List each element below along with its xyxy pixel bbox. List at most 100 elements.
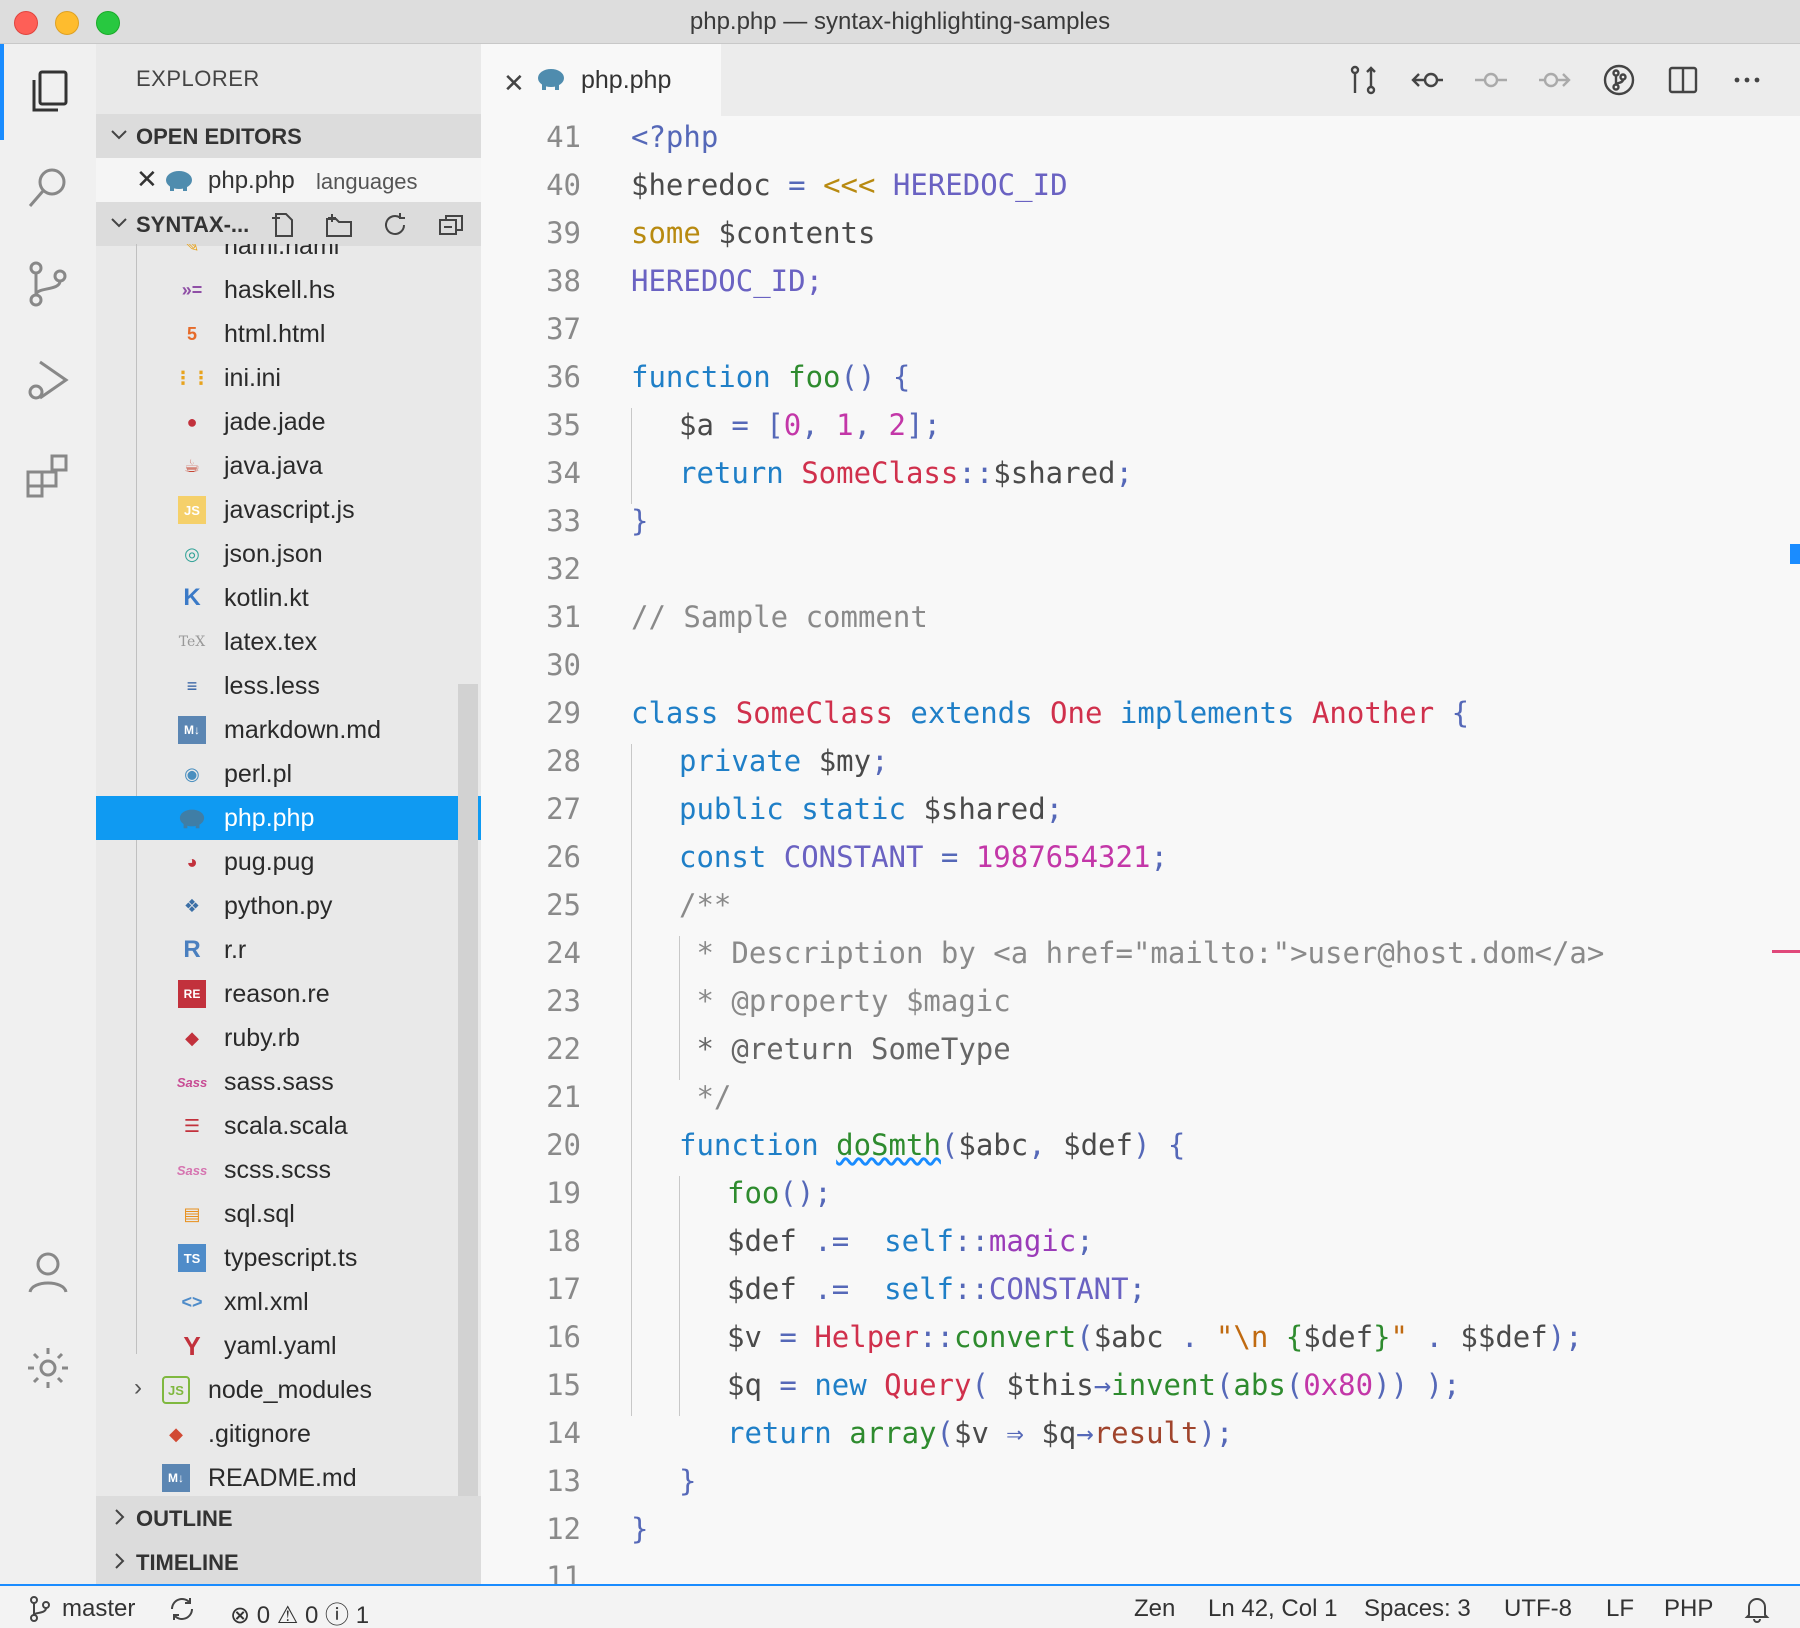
error-icon: ⊗: [230, 1602, 251, 1628]
code-line: // Sample comment: [631, 600, 928, 634]
previous-change-icon[interactable]: [1409, 62, 1445, 98]
refresh-icon[interactable]: [380, 210, 410, 240]
code-editor[interactable]: 41 40 39 38 37 36 35 34 33 32 31 30 29 2…: [481, 116, 1800, 1584]
file-javascript[interactable]: JS javascript.js: [96, 488, 481, 532]
file-r[interactable]: R r.r: [96, 928, 481, 972]
source-control-icon[interactable]: [0, 236, 96, 332]
git-file-icon: ◆: [169, 1423, 183, 1444]
file-xml[interactable]: <> xml.xml: [96, 1280, 481, 1324]
file-markdown[interactable]: M↓ markdown.md: [96, 708, 481, 752]
code-line: }: [679, 1464, 697, 1498]
indentation[interactable]: Spaces: 3: [1364, 1595, 1471, 1623]
notifications-bell-icon[interactable]: [1744, 1595, 1770, 1623]
file-sql[interactable]: ▤ sql.sql: [96, 1192, 481, 1236]
code-line: foo();: [727, 1176, 832, 1210]
explorer-icon[interactable]: [0, 44, 96, 140]
file-jade[interactable]: ● jade.jade: [96, 400, 481, 444]
search-icon[interactable]: [0, 140, 96, 236]
sidebar-scrollbar[interactable]: [458, 684, 478, 1514]
line-number: 32: [546, 552, 581, 586]
node-js-folder-icon: JS: [162, 1376, 190, 1404]
file-python[interactable]: ❖ python.py: [96, 884, 481, 928]
file-haml[interactable]: ✎ haml.haml: [96, 244, 481, 268]
file-kotlin[interactable]: K kotlin.kt: [96, 576, 481, 620]
close-tab-icon[interactable]: ✕: [503, 68, 525, 99]
perl-file-icon: ◉: [184, 763, 200, 784]
file-reason[interactable]: RE reason.re: [96, 972, 481, 1016]
new-folder-icon[interactable]: [324, 210, 354, 240]
open-editor-item[interactable]: ✕ php.php languages: [96, 158, 481, 202]
tab-php[interactable]: ✕ php.php: [481, 44, 721, 116]
indent-guide: [679, 1176, 680, 1416]
editor-scrollbar-thumb[interactable]: [1790, 544, 1800, 564]
run-debug-icon[interactable]: [0, 332, 96, 428]
file-typescript[interactable]: TS typescript.ts: [96, 1236, 481, 1280]
file-yaml[interactable]: Y yaml.yaml: [96, 1324, 481, 1368]
account-icon[interactable]: [0, 1224, 96, 1320]
new-file-icon[interactable]: [268, 210, 298, 240]
file-perl[interactable]: ◉ perl.pl: [96, 752, 481, 796]
end-of-line[interactable]: LF: [1606, 1595, 1634, 1623]
more-actions-icon[interactable]: [1729, 62, 1765, 98]
file-haskell[interactable]: »= haskell.hs: [96, 268, 481, 312]
extensions-icon[interactable]: [0, 428, 96, 524]
compare-changes-icon[interactable]: [1345, 62, 1381, 98]
split-editor-icon[interactable]: [1665, 62, 1701, 98]
file-gitignore[interactable]: ◆ .gitignore: [96, 1412, 481, 1456]
open-editors-section[interactable]: OPEN EDITORS: [96, 114, 481, 158]
file-readme[interactable]: M↓ README.md: [96, 1456, 481, 1494]
file-sass[interactable]: Sass sass.sass: [96, 1060, 481, 1104]
file-php-selected[interactable]: php.php: [96, 796, 481, 840]
next-change-icon[interactable]: [1537, 62, 1573, 98]
php-file-icon: [166, 171, 192, 191]
yaml-file-icon: Y: [183, 1330, 201, 1361]
errors-indicator[interactable]: ⊗ 0 ⚠ 0 ⓘ 1: [230, 1595, 369, 1628]
file-pug[interactable]: ◕ pug.pug: [96, 840, 481, 884]
cursor-position[interactable]: Ln 42, Col 1: [1208, 1595, 1337, 1623]
line-number: 24: [546, 936, 581, 970]
workspace-section[interactable]: SYNTAX-...: [96, 202, 481, 246]
activity-bar: [0, 44, 96, 1584]
folder-node-modules[interactable]: › JS node_modules: [96, 1368, 481, 1412]
commit-icon[interactable]: [1473, 62, 1509, 98]
file-latex[interactable]: TeX latex.tex: [96, 620, 481, 664]
info-count: 1: [355, 1602, 370, 1628]
javascript-file-icon: JS: [178, 496, 206, 524]
settings-gear-icon[interactable]: [0, 1320, 96, 1416]
code-line: $heredoc = <<< HEREDOC_ID: [631, 168, 1068, 202]
info-icon: ⓘ: [325, 1602, 350, 1628]
line-number: 19: [546, 1176, 581, 1210]
title-bar: php.php — syntax-highlighting-samples: [0, 0, 1800, 44]
encoding[interactable]: UTF-8: [1504, 1595, 1572, 1623]
line-number: 37: [546, 312, 581, 346]
zen-mode[interactable]: Zen: [1134, 1595, 1175, 1623]
language-mode[interactable]: PHP: [1664, 1595, 1713, 1623]
xml-file-icon: <>: [181, 1291, 203, 1312]
file-less[interactable]: ≡ less.less: [96, 664, 481, 708]
line-number: 12: [546, 1512, 581, 1546]
file-java[interactable]: ☕ java.java: [96, 444, 481, 488]
indent-guide: [631, 408, 632, 504]
file-scss[interactable]: Sass scss.scss: [96, 1148, 481, 1192]
code-line: $def .= self::magic;: [727, 1224, 1094, 1258]
sync-icon[interactable]: [168, 1595, 196, 1623]
close-icon[interactable]: ✕: [136, 164, 158, 195]
file-json[interactable]: ◎ json.json: [96, 532, 481, 576]
file-ini[interactable]: ⋮⋮ ini.ini: [96, 356, 481, 400]
r-file-icon: R: [183, 936, 201, 963]
code-line: some $contents: [631, 216, 876, 250]
line-number: 20: [546, 1128, 581, 1162]
file-html[interactable]: 5 html.html: [96, 312, 481, 356]
outline-section[interactable]: OUTLINE: [96, 1496, 481, 1540]
file-ruby[interactable]: ◆ ruby.rb: [96, 1016, 481, 1060]
haskell-file-icon: »=: [181, 279, 203, 300]
code-line: * @return SomeType: [679, 1032, 1011, 1066]
timeline-section[interactable]: TIMELINE: [96, 1540, 481, 1584]
php-file-icon: [538, 69, 564, 90]
git-timeline-icon[interactable]: [1601, 62, 1637, 98]
line-number: 16: [546, 1320, 581, 1354]
branch-name[interactable]: master: [62, 1595, 135, 1623]
file-scala[interactable]: ☰ scala.scala: [96, 1104, 481, 1148]
line-number: 26: [546, 840, 581, 874]
collapse-all-icon[interactable]: [436, 210, 466, 240]
